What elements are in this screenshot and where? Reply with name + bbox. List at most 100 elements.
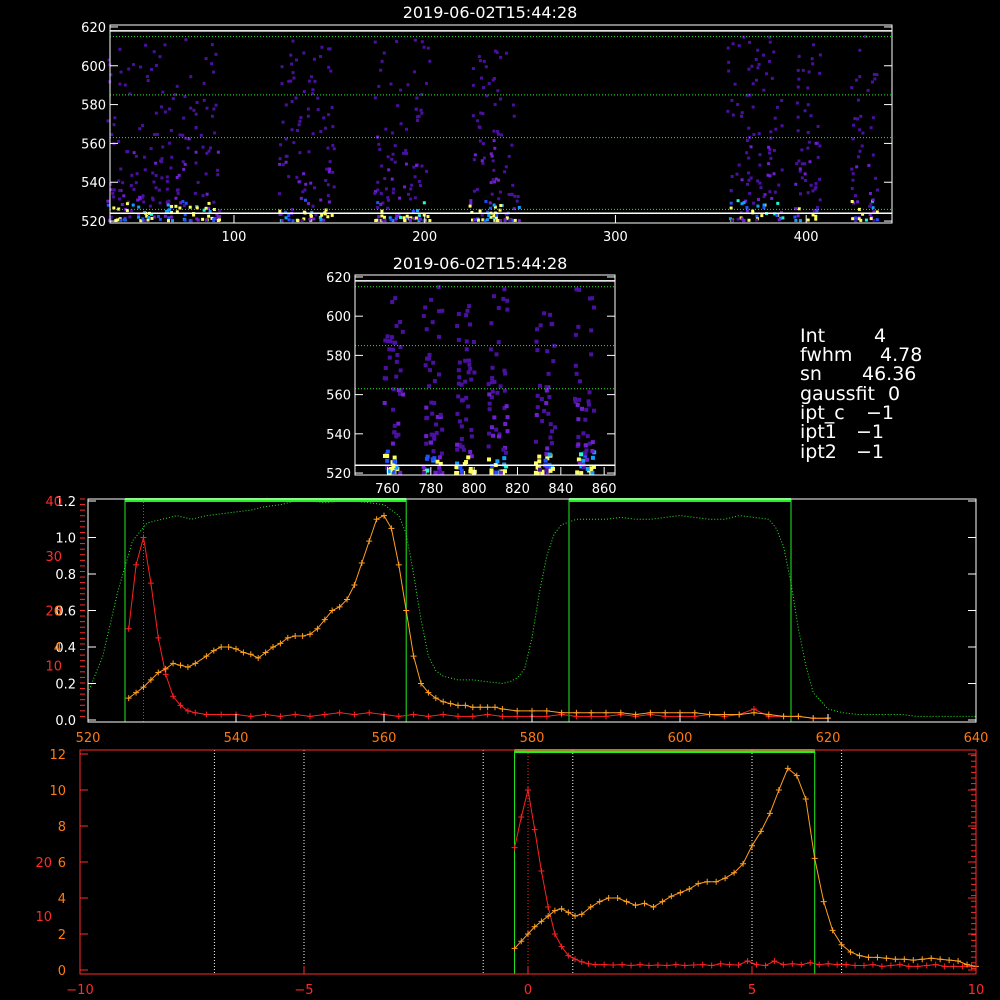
heatmap-wide-cell — [151, 171, 155, 175]
heatmap-wide-cell — [857, 155, 861, 159]
heatmap-zoom-cell — [545, 349, 550, 354]
heatmap-wide-cell — [297, 123, 301, 127]
spectrum-point-red — [499, 713, 506, 720]
heatmap-wide-cell — [499, 204, 503, 208]
spectrum-xtick-label: 580 — [520, 731, 545, 746]
heatmap-wide-cell — [480, 159, 484, 163]
heatmap-wide-cell — [292, 76, 296, 80]
profile-point-orange — [558, 905, 565, 912]
heatmap-wide-cell — [122, 194, 126, 198]
heatmap-wide-cell — [111, 191, 115, 195]
profile-point-orange — [937, 956, 944, 963]
heatmap-zoom-cell — [502, 368, 507, 373]
heatmap-wide-cell — [426, 215, 430, 219]
heatmap-wide-cell — [195, 101, 199, 105]
heatmap-wide-cell — [210, 114, 214, 118]
heatmap-wide-cell — [477, 55, 481, 59]
heatmap-wide-cell — [478, 139, 482, 143]
spectrum-point-orange — [780, 713, 787, 720]
heatmap-wide-cell — [181, 160, 185, 164]
heatmap-wide-cell — [391, 191, 395, 195]
heatmap-zoom-cell — [430, 457, 435, 462]
info-row: ipt2 −1 — [800, 441, 884, 463]
heatmap-zoom-cell — [502, 456, 507, 461]
heatmap-zoom-cell — [544, 401, 549, 406]
profile-xtick-label: −5 — [294, 983, 313, 998]
heatmap-wide-cell — [106, 119, 110, 123]
heatmap-zoom-cell — [553, 425, 558, 430]
heatmap-wide-cells — [106, 35, 880, 223]
heatmap-wide-cell — [154, 111, 158, 115]
spectrum-point-red — [469, 713, 476, 720]
spectrum-point-orange — [292, 633, 299, 640]
spectrum-point-red — [543, 713, 550, 720]
heatmap-wide-cell — [112, 123, 116, 127]
heatmap-wide-cell — [312, 57, 316, 61]
heatmap-wide-cell — [767, 162, 771, 166]
heatmap-wide-cell — [858, 128, 862, 132]
spectrum-point-orange — [795, 713, 802, 720]
heatmap-zoom-cell — [495, 459, 500, 464]
heatmap-wide-cell — [313, 79, 317, 83]
heatmap-zoom-cell — [464, 313, 469, 318]
heatmap-wide-cell — [814, 214, 818, 218]
heatmap-wide-cell — [425, 169, 429, 173]
heatmap-wide-cell — [768, 35, 772, 39]
heatmap-wide-cell — [299, 116, 303, 120]
spectrum-xtick-label: 520 — [76, 731, 101, 746]
heatmap-wide-cell — [422, 201, 426, 205]
heatmap-zoom-cell — [434, 430, 439, 435]
heatmap-zoom-cell — [392, 455, 397, 460]
heatmap-wide-cell — [492, 139, 496, 143]
heatmap-zoom-cell — [489, 380, 494, 385]
heatmap-wide-cell — [793, 215, 797, 219]
heatmap-wide-cell — [296, 219, 300, 223]
heatmap-wide-cell — [176, 191, 180, 195]
heatmap-wide-cell — [726, 109, 730, 113]
heatmap-wide-cell — [403, 185, 407, 189]
heatmap-wide-cell — [780, 168, 784, 172]
heatmap-zoom-cell — [455, 323, 460, 328]
heatmap-wide-cell — [804, 179, 808, 183]
heatmap-wide-cell — [755, 218, 759, 222]
heatmap-wide-cell — [404, 148, 408, 152]
heatmap-zoom-cell — [438, 469, 443, 474]
spectrum-orange-tick-label: 6 — [54, 605, 62, 620]
heatmap-wide-cell — [391, 152, 395, 156]
heatmap-wide-cell — [425, 81, 429, 85]
heatmap-wide-cell — [405, 127, 409, 131]
heatmap-wide-cell — [756, 66, 760, 70]
heatmap-zoom-cell — [434, 422, 439, 427]
heatmap-wide-cell — [800, 176, 804, 180]
heatmap-wide-cell — [768, 190, 772, 194]
heatmap-wide-cell — [814, 217, 818, 221]
profile-point-orange — [874, 954, 881, 961]
heatmap-wide-cell — [181, 133, 185, 137]
profile-point-orange — [668, 893, 675, 900]
heatmap-wide-cell — [329, 69, 333, 73]
heatmap-wide-cell — [214, 103, 218, 107]
heatmap-zoom-cell — [585, 434, 590, 439]
spectrum-point-red — [125, 625, 132, 632]
heatmap-wide-ytick-label: 520 — [81, 215, 106, 230]
heatmap-zoom-cell — [463, 379, 468, 384]
heatmap-wide-cell — [290, 62, 294, 66]
heatmap-wide-cell — [171, 97, 175, 101]
heatmap-zoom-cell — [492, 415, 497, 420]
heatmap-zoom-cell — [464, 347, 469, 352]
heatmap-wide-cell — [175, 188, 179, 192]
heatmap-wide-cell — [129, 183, 133, 187]
heatmap-wide-cell — [851, 178, 855, 182]
heatmap-wide-cell — [377, 214, 381, 218]
spectrum-xtick-label: 620 — [816, 731, 841, 746]
heatmap-zoom-cell — [436, 285, 441, 290]
heatmap-wide-cell — [795, 162, 799, 166]
heatmap-wide-cell — [807, 70, 811, 74]
heatmap-zoom-cell — [590, 440, 595, 445]
spectrum-window-box — [124, 498, 407, 723]
spectrum-point-red — [147, 580, 154, 587]
profile-point-orange — [565, 909, 572, 916]
heatmap-wide-cell — [330, 106, 334, 110]
heatmap-zoom-cell — [468, 366, 473, 371]
spectrum-frame — [87, 498, 977, 723]
